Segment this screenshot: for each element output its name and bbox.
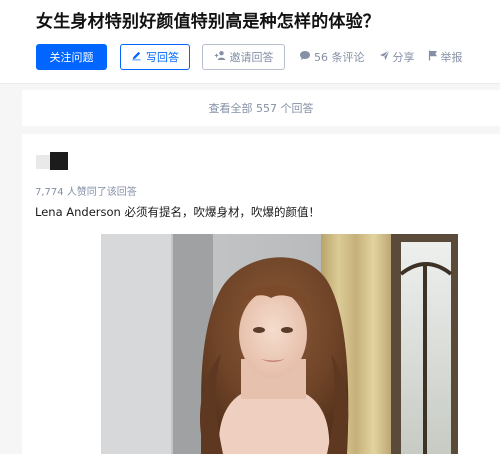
- question-title[interactable]: 女生身材特别好颜值特别高是种怎样的体验？: [36, 7, 380, 32]
- comment-bubble-icon: [299, 50, 311, 64]
- write-answer-label: 写回答: [146, 51, 179, 64]
- avatar-frame-light: [36, 155, 50, 169]
- share-link[interactable]: 分享: [379, 49, 415, 65]
- avatar-frame-dark: [50, 152, 68, 170]
- paper-plane-icon: [379, 50, 390, 64]
- view-all-answers-button[interactable]: 查看全部 557 个回答: [22, 90, 500, 126]
- add-user-icon: [214, 50, 226, 64]
- view-all-answers-label: 查看全部 557 个回答: [208, 102, 314, 115]
- answer-card: 7,774 人赞同了该回答 Lena Anderson 必须有提名，吹爆身材，吹…: [22, 134, 500, 454]
- write-answer-button[interactable]: 写回答: [120, 44, 190, 70]
- follow-question-button[interactable]: 关注问题: [36, 44, 107, 70]
- invite-answer-label: 邀请回答: [229, 51, 274, 64]
- comments-label: 56 条评论: [314, 51, 365, 64]
- question-header: 女生身材特别好颜值特别高是种怎样的体验？ 关注问题 写回答 邀请回答 56 条评…: [0, 0, 500, 84]
- comments-link[interactable]: 56 条评论: [299, 49, 365, 65]
- answer-text: Lena Anderson 必须有提名，吹爆身材，吹爆的颜值！: [35, 205, 320, 219]
- report-link[interactable]: 举报: [428, 49, 463, 65]
- answer-photo[interactable]: [101, 234, 458, 454]
- share-label: 分享: [392, 51, 415, 64]
- invite-answer-button[interactable]: 邀请回答: [202, 44, 285, 70]
- flag-icon: [428, 50, 438, 64]
- pencil-icon: [131, 50, 142, 64]
- follow-question-label: 关注问题: [49, 51, 94, 64]
- avatar[interactable]: [36, 152, 68, 172]
- vote-count: 7,774 人赞同了该回答: [35, 187, 137, 198]
- report-label: 举报: [440, 51, 463, 64]
- question-actions: 关注问题 写回答 邀请回答 56 条评论 分享 举报: [36, 44, 463, 70]
